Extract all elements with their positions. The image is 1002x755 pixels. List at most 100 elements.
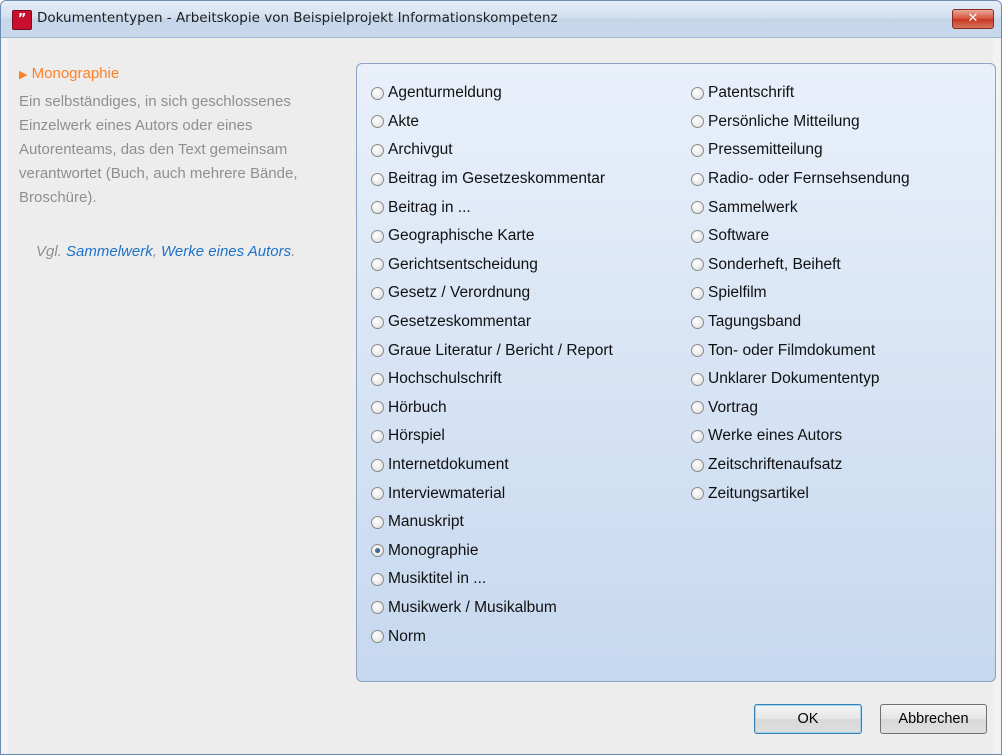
radio-option-gerichtsentscheidung[interactable]: Gerichtsentscheidung [371,251,613,280]
radio-option-label: Patentschrift [708,84,795,102]
radio-option-gesetzeskommentar[interactable]: Gesetzeskommentar [371,308,613,337]
radio-option-internetdokument[interactable]: Internetdokument [371,451,613,480]
see-also-link-sammelwerk[interactable]: Sammelwerk [66,243,153,260]
radio-unchecked-icon[interactable] [371,372,384,386]
ok-button[interactable]: OK [754,704,862,734]
radio-unchecked-icon[interactable] [691,372,704,386]
radio-unchecked-icon[interactable] [691,115,704,129]
title-bar[interactable]: ” Dokumententypen - Arbeitskopie von Bei… [1,1,1001,38]
radio-unchecked-icon[interactable] [691,201,704,215]
see-also-link-werke-eines-autors[interactable]: Werke eines Autors [161,243,291,260]
radio-option-gesetz-verordnung[interactable]: Gesetz / Verordnung [371,279,613,308]
radio-option-zeitschriftenaufsatz[interactable]: Zeitschriftenaufsatz [691,451,910,480]
window-title: Dokumententypen - Arbeitskopie von Beisp… [37,10,558,26]
radio-option-akte[interactable]: Akte [371,108,613,137]
radio-unchecked-icon[interactable] [691,487,704,501]
radio-option-werke-eines-autors[interactable]: Werke eines Autors [691,422,910,451]
radio-option-vortrag[interactable]: Vortrag [691,394,910,423]
radio-unchecked-icon[interactable] [371,201,384,215]
radio-unchecked-icon[interactable] [371,143,384,157]
radio-option-pressemitteilung[interactable]: Pressemitteilung [691,136,910,165]
radio-option-label: Beitrag in ... [388,198,471,216]
radio-option-software[interactable]: Software [691,222,910,251]
radio-option-sammelwerk[interactable]: Sammelwerk [691,193,910,222]
radio-option-label: Akte [388,112,420,130]
radio-option-label: Gesetzeskommentar [388,313,531,331]
radio-unchecked-icon[interactable] [371,487,384,501]
radio-unchecked-icon[interactable] [371,572,384,586]
radio-unchecked-icon[interactable] [691,286,704,300]
radio-unchecked-icon[interactable] [691,172,704,186]
radio-unchecked-icon[interactable] [371,630,384,644]
radio-option-beitrag-im-gesetzeskommentar[interactable]: Beitrag im Gesetzeskommentar [371,165,613,194]
radio-option-sonderheft-beiheft[interactable]: Sonderheft, Beiheft [691,251,910,280]
radio-option-graue-literatur-bericht-report[interactable]: Graue Literatur / Bericht / Report [371,336,613,365]
radio-unchecked-icon[interactable] [691,86,704,100]
radio-option-label: Musikwerk / Musikalbum [388,598,557,616]
radio-option-label: Archivgut [388,141,453,159]
radio-unchecked-icon[interactable] [371,601,384,615]
close-button[interactable]: ✕ [952,9,994,29]
radio-option-label: Monographie [388,541,479,559]
radio-option-hochschulschrift[interactable]: Hochschulschrift [371,365,613,394]
radio-option-hoerspiel[interactable]: Hörspiel [371,422,613,451]
radio-option-label: Gerichtsentscheidung [388,255,538,273]
radio-unchecked-icon[interactable] [371,286,384,300]
radio-unchecked-icon[interactable] [691,315,704,329]
radio-option-monographie[interactable]: Monographie [371,537,613,566]
see-also: Vgl. Sammelwerk, Werke eines Autors. [36,240,324,264]
radio-unchecked-icon[interactable] [691,401,704,415]
radio-option-label: Agenturmeldung [388,84,502,102]
radio-option-label: Gesetz / Verordnung [388,284,531,302]
radio-unchecked-icon[interactable] [691,458,704,472]
cancel-button[interactable]: Abbrechen [880,704,987,734]
radio-option-patentschrift[interactable]: Patentschrift [691,79,910,108]
radio-option-musikwerk-musikalbum[interactable]: Musikwerk / Musikalbum [371,594,613,623]
radio-option-unklarer-dokumententyp[interactable]: Unklarer Dokumententyp [691,365,910,394]
radio-option-manuskript[interactable]: Manuskript [371,508,613,537]
radio-option-spielfilm[interactable]: Spielfilm [691,279,910,308]
radio-option-archivgut[interactable]: Archivgut [371,136,613,165]
radio-option-norm[interactable]: Norm [371,622,613,651]
radio-option-label: Ton- oder Filmdokument [708,341,876,359]
radio-unchecked-icon[interactable] [371,258,384,272]
radio-unchecked-icon[interactable] [371,344,384,358]
radio-option-geographische-karte[interactable]: Geographische Karte [371,222,613,251]
radio-option-interviewmaterial[interactable]: Interviewmaterial [371,479,613,508]
radio-unchecked-icon[interactable] [371,515,384,529]
radio-option-ton-oder-filmdokument[interactable]: Ton- oder Filmdokument [691,336,910,365]
radio-option-label: Hochschulschrift [388,370,502,388]
radio-option-persoenliche-mitteilung[interactable]: Persönliche Mitteilung [691,108,910,137]
radio-unchecked-icon[interactable] [371,429,384,443]
radio-option-beitrag-in[interactable]: Beitrag in ... [371,193,613,222]
radio-option-label: Tagungsband [708,313,802,331]
radio-option-zeitungsartikel[interactable]: Zeitungsartikel [691,479,910,508]
radio-option-label: Hörspiel [388,427,445,445]
triangle-right-icon: ▶ [19,69,28,81]
radio-unchecked-icon[interactable] [691,429,704,443]
radio-option-tagungsband[interactable]: Tagungsband [691,308,910,337]
radio-unchecked-icon[interactable] [371,458,384,472]
radio-unchecked-icon[interactable] [371,401,384,415]
radio-option-label: Radio- oder Fernsehsendung [708,170,910,188]
radio-option-label: Geographische Karte [388,227,535,245]
radio-checked-icon[interactable] [371,544,384,558]
radio-unchecked-icon[interactable] [691,229,704,243]
radio-unchecked-icon[interactable] [691,344,704,358]
radio-unchecked-icon[interactable] [691,143,704,157]
radio-unchecked-icon[interactable] [371,115,384,129]
radio-option-label: Interviewmaterial [388,484,506,502]
radio-option-label: Zeitschriftenaufsatz [708,456,843,474]
radio-option-musiktitel-in[interactable]: Musiktitel in ... [371,565,613,594]
radio-unchecked-icon[interactable] [371,315,384,329]
radio-option-label: Zeitungsartikel [708,484,809,502]
radio-option-label: Software [708,227,770,245]
radio-option-label: Musiktitel in ... [388,570,487,588]
radio-option-agenturmeldung[interactable]: Agenturmeldung [371,79,613,108]
radio-unchecked-icon[interactable] [371,172,384,186]
radio-option-radio-oder-fernsehsendung[interactable]: Radio- oder Fernsehsendung [691,165,910,194]
radio-unchecked-icon[interactable] [691,258,704,272]
radio-unchecked-icon[interactable] [371,86,384,100]
radio-unchecked-icon[interactable] [371,229,384,243]
radio-option-hoerbuch[interactable]: Hörbuch [371,394,613,423]
